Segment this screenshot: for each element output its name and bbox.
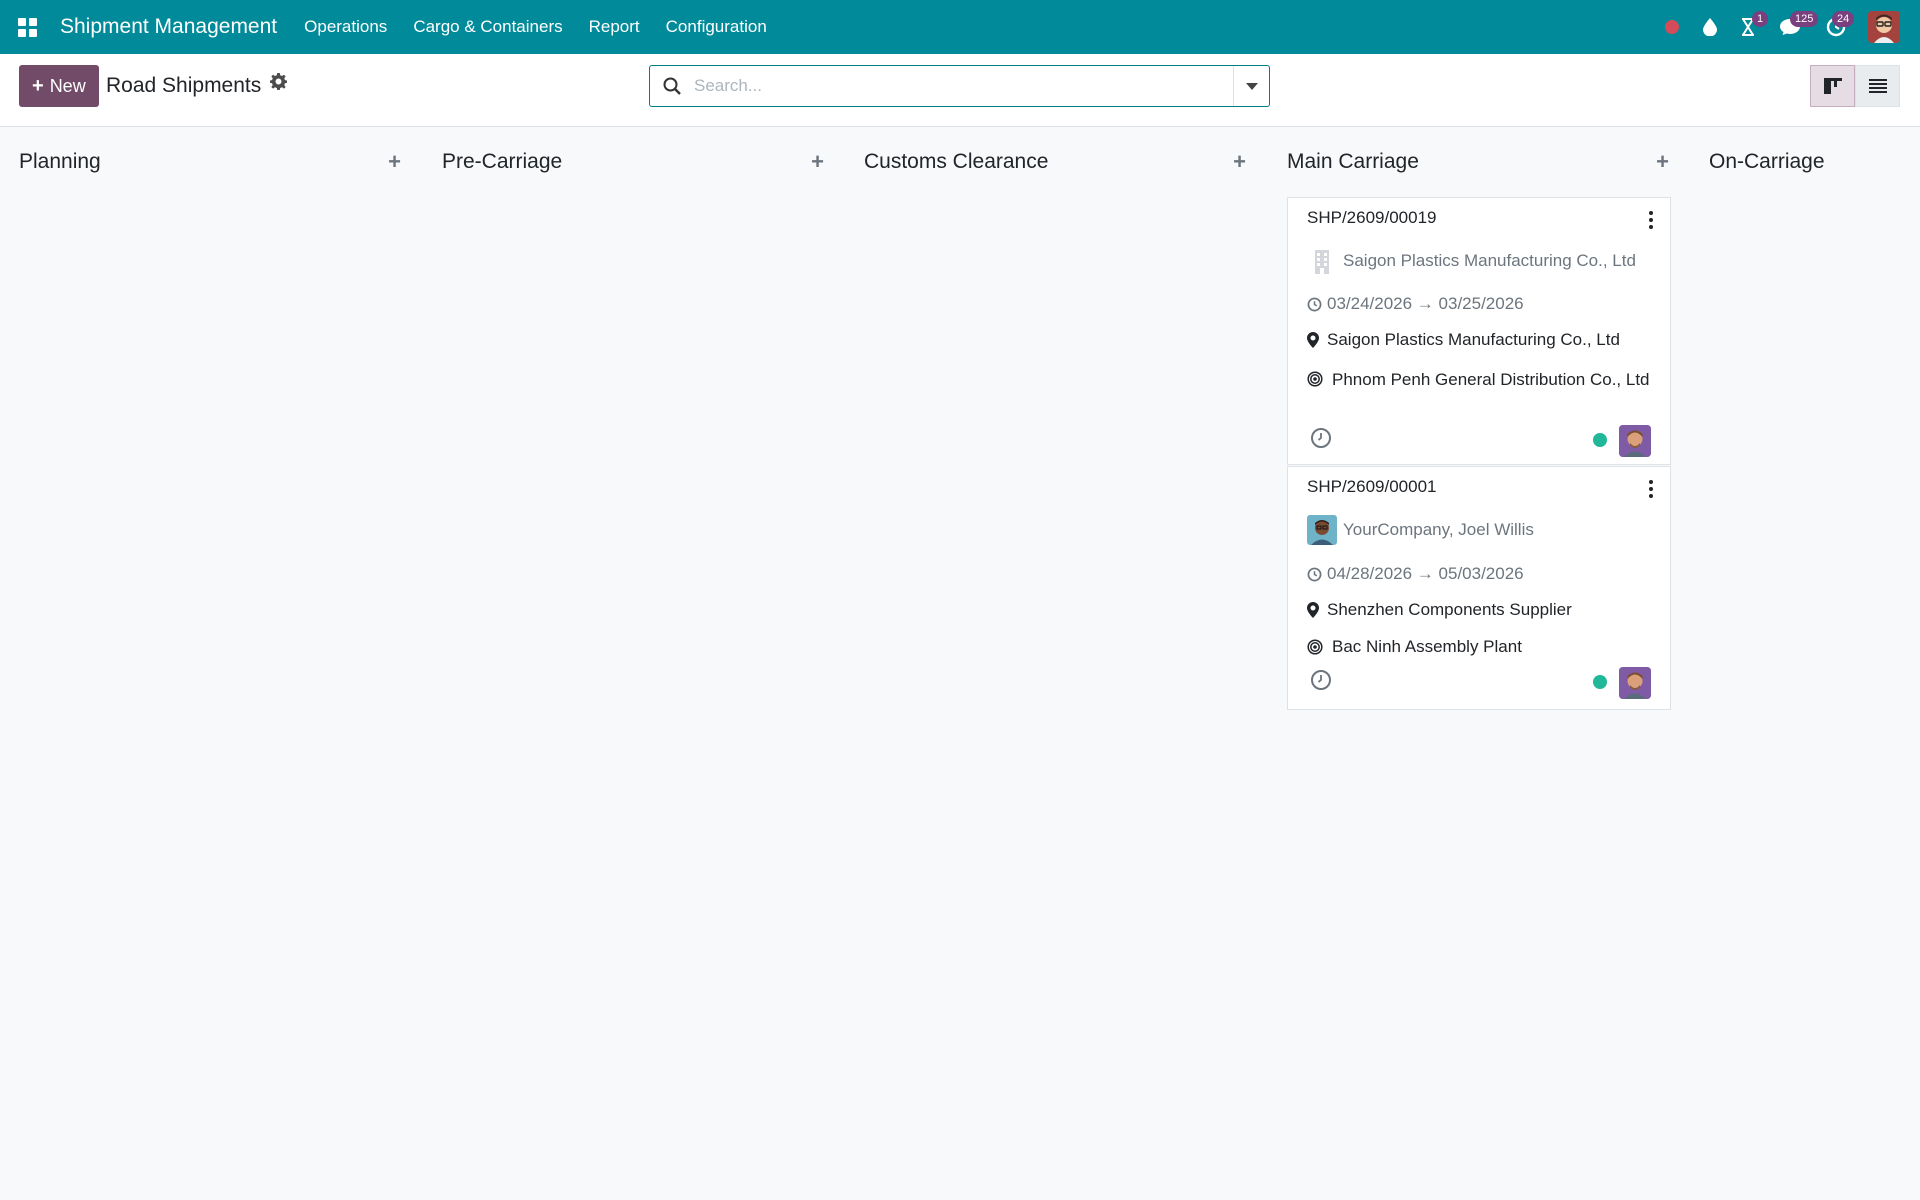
page-title[interactable]: Road Shipments: [106, 74, 261, 98]
activity-clock-icon[interactable]: [1310, 427, 1332, 449]
status-dot[interactable]: [1593, 675, 1607, 689]
map-marker-icon: [1307, 330, 1327, 350]
quick-create-icon[interactable]: +: [388, 149, 401, 175]
destination-text: Phnom Penh General Distribution Co., Ltd: [1332, 370, 1650, 389]
card-origin: Saigon Plastics Manufacturing Co., Ltd: [1307, 330, 1657, 350]
partner-avatar: [1307, 515, 1337, 545]
column-title[interactable]: Customs Clearance: [864, 150, 1048, 174]
column-title[interactable]: Planning: [19, 150, 101, 174]
search-bar: [649, 65, 1270, 107]
kanban-board: Planning + Pre-Carriage + Customs Cleara…: [0, 128, 1920, 1200]
control-panel: + New Road Shipments: [0, 54, 1920, 127]
bullseye-icon: [1307, 369, 1332, 395]
assignee-avatar[interactable]: [1619, 425, 1651, 457]
origin-name: Shenzhen Components Supplier: [1327, 600, 1572, 619]
kanban-view-button[interactable]: [1810, 65, 1855, 107]
partner-name: Saigon Plastics Manufacturing Co., Ltd: [1343, 251, 1636, 270]
new-button-label: New: [49, 75, 86, 96]
app-brand[interactable]: Shipment Management: [60, 15, 277, 39]
activity-badge: 1: [1752, 11, 1769, 27]
kanban-column-pre-carriage: Pre-Carriage +: [442, 128, 828, 1200]
card-menu-icon[interactable]: [1646, 210, 1656, 230]
partner-name: YourCompany, Joel Willis: [1343, 520, 1534, 539]
destination-name: Bac Ninh Assembly Plant: [1332, 637, 1522, 656]
card-destination: Phnom Penh General Distribution Co., Ltd: [1307, 367, 1657, 395]
building-icon: [1307, 246, 1337, 276]
quick-create-icon[interactable]: +: [1656, 149, 1669, 175]
view-switcher: [1810, 65, 1900, 107]
gear-icon[interactable]: [270, 73, 287, 96]
card-partner: YourCompany, Joel Willis: [1307, 515, 1657, 545]
column-header: Pre-Carriage +: [442, 149, 828, 180]
column-title[interactable]: Main Carriage: [1287, 150, 1419, 174]
kanban-view-icon: [1823, 78, 1842, 94]
column-header: Customs Clearance +: [864, 149, 1250, 180]
messages-icon[interactable]: 125: [1768, 0, 1819, 54]
card-partner: Saigon Plastics Manufacturing Co., Ltd: [1307, 246, 1657, 276]
user-avatar[interactable]: [1868, 11, 1900, 43]
kanban-column-on-carriage: On-Carriage: [1709, 128, 1920, 1200]
column-title[interactable]: Pre-Carriage: [442, 150, 562, 174]
bullseye-icon: [1307, 637, 1332, 657]
destination-name: Phnom Penh General Distribution Co., Ltd: [1307, 367, 1650, 395]
card-destination: Bac Ninh Assembly Plant: [1307, 637, 1657, 657]
date-range: 04/28/2026 → 05/03/2026: [1327, 564, 1524, 583]
card-dates: 03/24/2026 → 03/25/2026: [1307, 294, 1657, 314]
systray: 1 125 24: [1652, 0, 1920, 54]
recording-icon[interactable]: [1654, 0, 1690, 54]
drop-icon[interactable]: [1692, 0, 1728, 54]
activity-hourglass-icon[interactable]: 1: [1730, 0, 1769, 54]
column-header: Main Carriage +: [1287, 149, 1673, 180]
kanban-column-main-carriage: Main Carriage + SHP/2609/00019 Saigon Pl…: [1287, 128, 1673, 1200]
activity-clock-icon[interactable]: [1310, 669, 1332, 691]
clock-icon: [1307, 294, 1327, 314]
date-range: 03/24/2026 → 03/25/2026: [1327, 294, 1524, 313]
shipment-reference: SHP/2609/00001: [1307, 477, 1437, 496]
search-options-toggle[interactable]: [1233, 66, 1269, 106]
kanban-card[interactable]: SHP/2609/00001 YourCompany, Joel Willis …: [1287, 466, 1671, 710]
map-marker-icon: [1307, 600, 1327, 620]
status-dot[interactable]: [1593, 433, 1607, 447]
assignee-avatar[interactable]: [1619, 667, 1651, 699]
shipment-reference: SHP/2609/00019: [1307, 208, 1437, 227]
column-header: On-Carriage: [1709, 150, 1920, 180]
menu-configuration[interactable]: Configuration: [653, 0, 780, 54]
origin-name: Saigon Plastics Manufacturing Co., Ltd: [1327, 330, 1620, 349]
updates-clock-icon[interactable]: 24: [1814, 0, 1858, 54]
column-title[interactable]: On-Carriage: [1709, 150, 1825, 174]
card-dates: 04/28/2026 → 05/03/2026: [1307, 564, 1657, 584]
plus-icon: +: [32, 74, 44, 97]
search-icon: [650, 66, 694, 106]
card-origin: Shenzhen Components Supplier: [1307, 600, 1657, 620]
menu-report[interactable]: Report: [576, 0, 653, 54]
top-navbar: Shipment Management Operations Cargo & C…: [0, 0, 1920, 54]
kanban-card[interactable]: SHP/2609/00019 Saigon Plastics Manufactu…: [1287, 197, 1671, 465]
kanban-column-customs-clearance: Customs Clearance +: [864, 128, 1250, 1200]
search-input[interactable]: [694, 76, 1233, 96]
list-view-icon: [1868, 79, 1887, 93]
quick-create-icon[interactable]: +: [811, 149, 824, 175]
list-view-button[interactable]: [1855, 65, 1900, 107]
clock-icon: [1307, 564, 1327, 584]
quick-create-icon[interactable]: +: [1233, 149, 1246, 175]
new-button[interactable]: + New: [19, 65, 99, 107]
kanban-column-planning: Planning +: [19, 128, 405, 1200]
menu-operations[interactable]: Operations: [291, 0, 400, 54]
apps-menu-icon[interactable]: [0, 0, 54, 54]
card-menu-icon[interactable]: [1646, 479, 1656, 499]
updates-badge: 24: [1832, 11, 1855, 27]
caret-down-icon: [1245, 82, 1258, 90]
menu-cargo-containers[interactable]: Cargo & Containers: [400, 0, 575, 54]
column-header: Planning +: [19, 149, 405, 180]
